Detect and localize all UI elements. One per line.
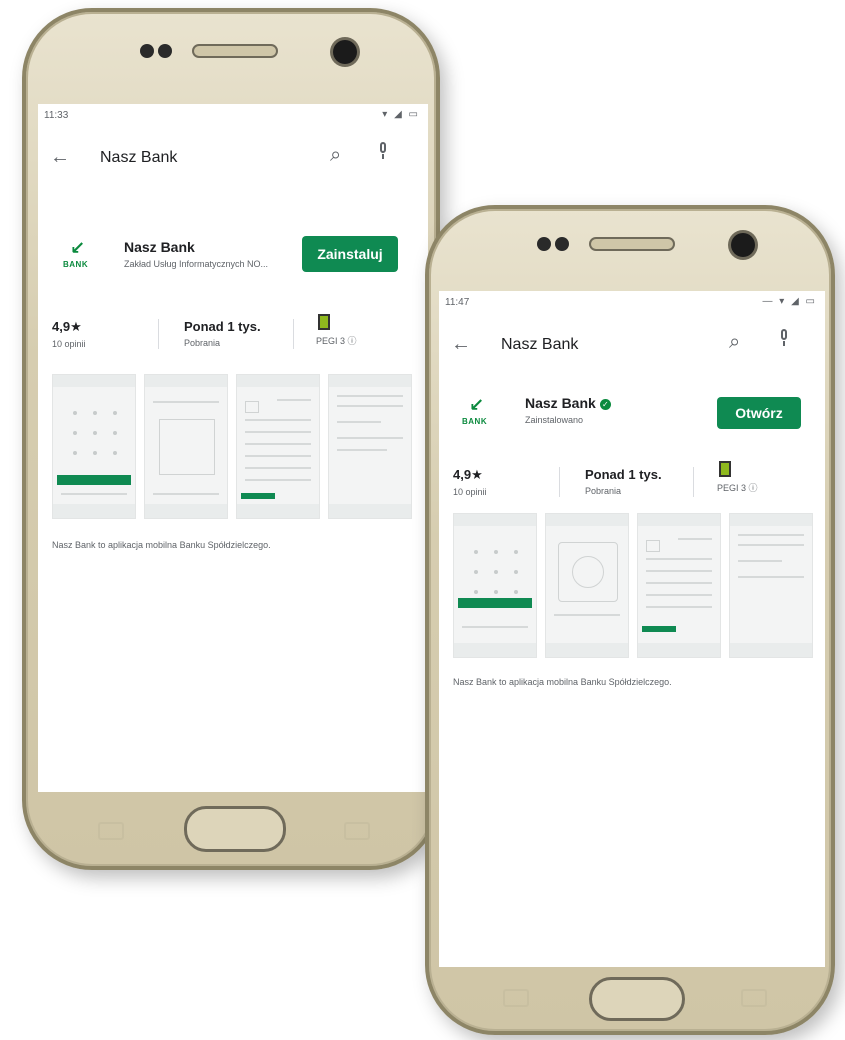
rating-stat: 4,9★ 10 opinii — [453, 467, 487, 497]
pegi-label[interactable]: PEGI 3 ⓘ — [316, 334, 357, 347]
pegi-stat: PEGI 3 ⓘ — [316, 314, 357, 347]
status-bar: 11:33 ▾ ◢ ▭ — [38, 104, 428, 126]
pegi-stat: PEGI 3 ⓘ — [717, 461, 758, 494]
screenshot-thumbnail[interactable] — [545, 513, 629, 658]
app-logo: ↙ BANK — [58, 234, 102, 278]
search-bar: ← Nasz Bank ⌕ — [439, 319, 825, 375]
rating-label: 10 opinii — [453, 487, 487, 497]
install-status: Zainstalowano — [525, 415, 584, 425]
downloads-stat: Ponad 1 tys. Pobrania — [585, 467, 662, 496]
downloads-stat: Ponad 1 tys. Pobrania — [184, 319, 261, 348]
left-phone: 11:33 ▾ ◢ ▭ ← Nasz Bank ⌕ ↙ BANK Nasz Ba… — [22, 8, 440, 870]
screenshot-thumbnail[interactable] — [236, 374, 320, 519]
home-button[interactable] — [589, 977, 685, 1021]
rating-value: 4,9★ — [52, 319, 82, 334]
screenshots-strip[interactable] — [453, 513, 813, 658]
app-description: Nasz Bank to aplikacja mobilna Banku Spó… — [52, 540, 271, 550]
install-button[interactable]: Zainstaluj — [302, 236, 398, 272]
logo-text: BANK — [462, 417, 488, 426]
microphone-icon[interactable] — [779, 329, 789, 346]
app-name[interactable]: Nasz Bank ✓ — [525, 395, 611, 411]
pegi-icon — [719, 461, 731, 477]
status-icons: — ▾ ◢ ▭ — [762, 296, 817, 307]
search-icon[interactable]: ⌕ — [729, 331, 740, 354]
sensor-icon — [140, 44, 154, 58]
app-developer: Zakład Usług Informatycznych NO... — [124, 259, 269, 269]
sensor-icon — [158, 44, 172, 58]
microphone-icon[interactable] — [378, 142, 388, 159]
divider — [158, 319, 159, 349]
back-key-icon[interactable] — [344, 822, 370, 840]
recent-apps-icon[interactable] — [503, 989, 529, 1007]
arrow-icon: ↙ — [469, 395, 485, 415]
status-time: 11:33 — [44, 110, 69, 121]
speaker-grille — [192, 44, 278, 58]
recent-apps-icon[interactable] — [98, 822, 124, 840]
screenshot-thumbnail[interactable] — [52, 374, 136, 519]
divider — [293, 319, 294, 349]
rating-value: 4,9★ — [453, 467, 483, 482]
home-button[interactable] — [184, 806, 286, 852]
screenshot-thumbnail[interactable] — [144, 374, 228, 519]
back-arrow-icon[interactable]: ← — [50, 146, 70, 169]
status-bar: 11:47 — ▾ ◢ ▭ — [439, 291, 825, 313]
downloads-label: Pobrania — [585, 486, 622, 496]
app-name[interactable]: Nasz Bank — [124, 239, 195, 255]
verified-shield-icon: ✓ — [599, 399, 611, 410]
pegi-icon — [318, 314, 330, 330]
back-key-icon[interactable] — [741, 989, 767, 1007]
sensor-icon — [537, 237, 551, 251]
search-query[interactable]: Nasz Bank — [501, 336, 578, 354]
screenshot-thumbnail[interactable] — [453, 513, 537, 658]
rating-label: 10 opinii — [52, 339, 86, 349]
downloads-value: Ponad 1 tys. — [585, 467, 662, 482]
app-name-text: Nasz Bank — [525, 395, 596, 411]
open-button[interactable]: Otwórz — [717, 397, 801, 429]
screenshots-strip[interactable] — [52, 374, 412, 519]
search-icon[interactable]: ⌕ — [330, 144, 341, 167]
logo-text: BANK — [63, 260, 89, 269]
divider — [693, 467, 694, 497]
camera-icon — [333, 40, 357, 64]
pegi-label[interactable]: PEGI 3 ⓘ — [717, 481, 758, 494]
arrow-icon: ↙ — [70, 238, 86, 258]
back-arrow-icon[interactable]: ← — [451, 333, 471, 356]
sensor-icon — [555, 237, 569, 251]
screenshot-thumbnail[interactable] — [637, 513, 721, 658]
camera-icon — [731, 233, 755, 257]
app-logo: ↙ BANK — [457, 391, 501, 435]
downloads-value: Ponad 1 tys. — [184, 319, 261, 334]
left-screen: 11:33 ▾ ◢ ▭ ← Nasz Bank ⌕ ↙ BANK Nasz Ba… — [38, 104, 428, 792]
screenshot-thumbnail[interactable] — [729, 513, 813, 658]
speaker-grille — [589, 237, 675, 251]
app-description: Nasz Bank to aplikacja mobilna Banku Spó… — [453, 677, 672, 687]
right-screen: 11:47 — ▾ ◢ ▭ ← Nasz Bank ⌕ ↙ BANK Nasz … — [439, 291, 825, 967]
screenshot-thumbnail[interactable] — [328, 374, 412, 519]
status-icons: ▾ ◢ ▭ — [382, 109, 420, 120]
divider — [559, 467, 560, 497]
search-query[interactable]: Nasz Bank — [100, 149, 177, 167]
downloads-label: Pobrania — [184, 338, 221, 348]
rating-stat: 4,9★ 10 opinii — [52, 319, 86, 349]
search-bar: ← Nasz Bank ⌕ — [38, 132, 428, 188]
status-time: 11:47 — [445, 297, 470, 308]
right-phone: 11:47 — ▾ ◢ ▭ ← Nasz Bank ⌕ ↙ BANK Nasz … — [425, 205, 835, 1035]
